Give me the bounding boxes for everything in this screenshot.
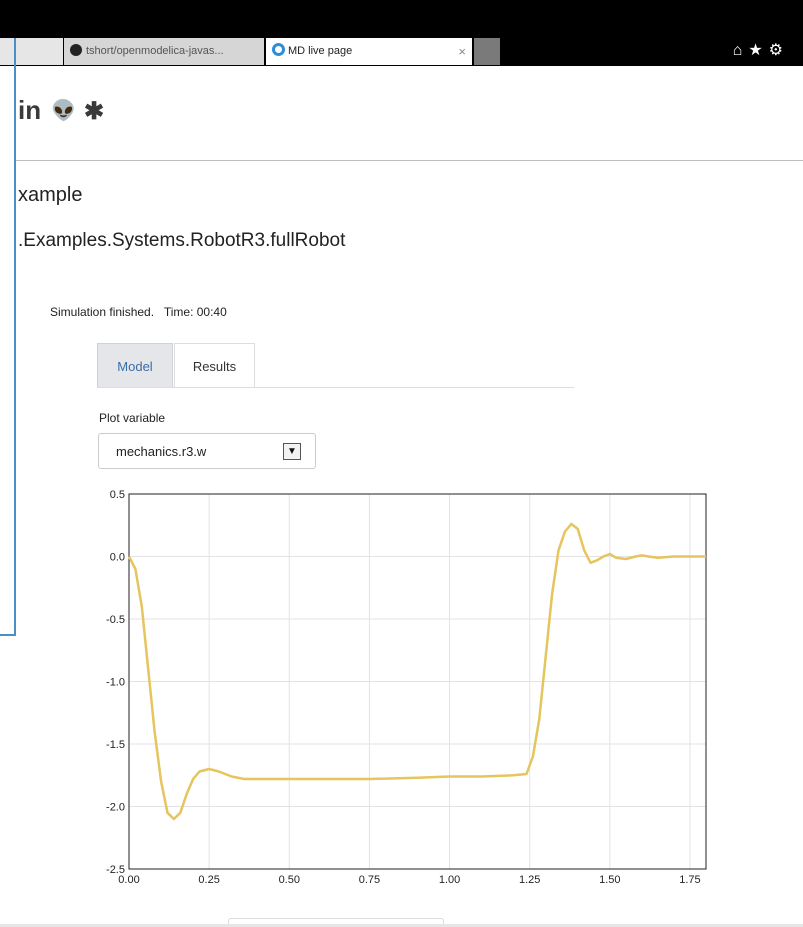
x-tick-label: 0.50 <box>279 874 300 886</box>
y-tick-label: -2.0 <box>106 802 125 814</box>
results-chart: 0.50.0-0.5-1.0-1.5-2.0-2.5 0.00 0.25 0.50 0… <box>106 489 707 886</box>
series-line <box>127 522 706 821</box>
header-divider <box>16 160 803 161</box>
y-tick-label: -0.5 <box>106 614 125 626</box>
window-edge-bottom <box>0 634 16 636</box>
tab-previous[interactable] <box>0 38 63 65</box>
x-tick-label: 0.25 <box>198 874 219 886</box>
model-path: .Examples.Systems.RobotR3.fullRobot <box>18 230 346 251</box>
browser-toolbar-icons: ⌂★⚙ <box>733 40 789 60</box>
tabs-divider <box>97 387 574 388</box>
tab-github-label: tshort/openmodelica-javas... <box>86 45 224 57</box>
simulation-status: Simulation finished. Time: 00:40 <box>50 305 227 319</box>
x-tick-label: 1.75 <box>679 874 700 886</box>
ie-icon <box>272 43 285 56</box>
page-heading: xample <box>18 184 83 206</box>
close-icon[interactable]: × <box>458 38 466 65</box>
new-tab-button[interactable] <box>474 38 500 65</box>
yelp-icon[interactable]: ✱ <box>84 98 104 125</box>
gear-icon[interactable]: ⚙ <box>769 42 789 59</box>
social-links: in 👽 ✱ <box>18 95 104 126</box>
x-tick-label: 1.25 <box>519 874 540 886</box>
tab-results[interactable]: Results <box>174 343 255 388</box>
x-tick-label: 0.00 <box>118 874 139 886</box>
y-tick-label: -1.0 <box>106 677 125 689</box>
plot-variable-select[interactable]: mechanics.r3.w ▼ <box>98 433 316 469</box>
browser-tab-bar: tshort/openmodelica-javas... MD live pag… <box>0 0 803 66</box>
reddit-icon[interactable]: 👽 <box>51 100 76 122</box>
x-tick-label: 1.00 <box>439 874 460 886</box>
y-axis-ticks: 0.50.0-0.5-1.0-1.5-2.0-2.5 <box>106 489 125 876</box>
window-edge <box>14 38 16 636</box>
chart-grid <box>128 493 706 870</box>
linkedin-icon[interactable]: in <box>18 95 41 125</box>
github-icon <box>70 44 82 56</box>
tab-model[interactable]: Model <box>97 343 173 388</box>
y-tick-label: 0.0 <box>110 552 125 564</box>
tab-md-live-page[interactable]: MD live page × <box>266 38 472 65</box>
plot-variable-label: Plot variable <box>99 411 166 425</box>
plot-variable-value: mechanics.r3.w <box>116 444 207 459</box>
chevron-down-icon[interactable]: ▼ <box>283 443 301 460</box>
x-tick-label: 1.50 <box>599 874 620 886</box>
view-tabs: Model Results <box>97 343 574 388</box>
x-tick-label: 0.75 <box>359 874 380 886</box>
home-icon[interactable]: ⌂ <box>733 42 749 59</box>
y-tick-label: -1.5 <box>106 739 125 751</box>
tab-active-label: MD live page <box>288 45 353 57</box>
y-tick-label: 0.5 <box>110 489 125 501</box>
x-axis-ticks: 0.00 0.25 0.50 0.75 1.00 1.25 1.50 1.75 <box>118 874 700 886</box>
star-icon[interactable]: ★ <box>748 42 768 59</box>
tab-github[interactable]: tshort/openmodelica-javas... <box>64 38 264 65</box>
